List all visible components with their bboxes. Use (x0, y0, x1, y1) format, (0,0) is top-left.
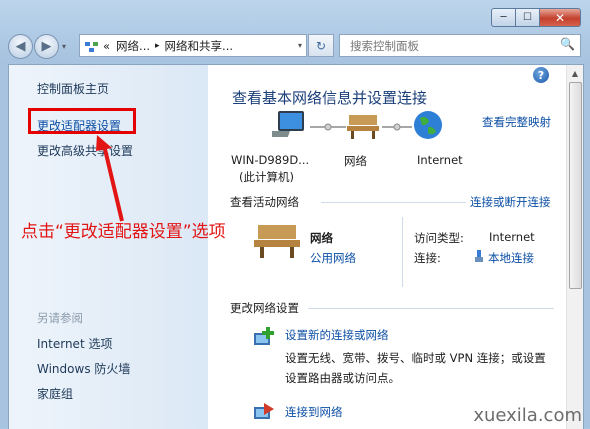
minimize-button[interactable]: ─ (491, 8, 516, 27)
window-frame: ─ ☐ ✕ ◀ ▶ ▾ « 网络... ▸ 网络和共享... ▾ ↻ 🔍 控制面… (0, 0, 590, 429)
node-computer-sub: (此计算机) (239, 170, 294, 184)
address-bar[interactable]: « 网络... ▸ 网络和共享... ▾ (79, 34, 307, 57)
access-type-value: Internet (489, 230, 535, 244)
main-panel: 查看基本网络信息并设置连接 查看完整映射 WIN-D989D... (此计算机)… (208, 65, 568, 429)
scrollbar-thumb[interactable] (569, 82, 582, 289)
globe-icon (414, 111, 442, 139)
homegroup-link[interactable]: 家庭组 (37, 385, 73, 402)
forward-arrow-icon: ▶ (41, 38, 52, 54)
window-controls: ─ ☐ ✕ (491, 8, 581, 27)
setup-description-line1: 设置无线、宽带、拨号、临时或 VPN 连接；或设置 (285, 351, 546, 365)
watermark-text: xuexila.com (473, 405, 582, 426)
new-connection-icon (254, 327, 274, 345)
public-network-link[interactable]: 公用网络 (310, 250, 356, 266)
scroll-up-icon[interactable]: ▲ (567, 65, 583, 81)
maximize-button[interactable]: ☐ (516, 8, 540, 27)
see-also-heading: 另请参阅 (37, 311, 83, 325)
network-name: 网络 (310, 231, 333, 245)
node-internet-label: Internet (417, 153, 463, 167)
refresh-button[interactable]: ↻ (308, 34, 334, 57)
setup-description-line2: 设置路由器或访问点。 (285, 371, 400, 385)
change-settings-heading: 更改网络设置 (230, 301, 299, 315)
computer-icon (272, 111, 304, 137)
internet-options-link[interactable]: Internet 选项 (37, 335, 112, 352)
network-folder-icon (85, 41, 98, 52)
connect-network-icon (254, 403, 274, 419)
page-title: 查看基本网络信息并设置连接 (232, 89, 428, 107)
breadcrumb-network[interactable]: 网络... (116, 38, 150, 54)
divider (402, 217, 403, 287)
help-icon[interactable]: ? (533, 67, 549, 83)
breadcrumb-separator-icon[interactable]: ▸ (155, 41, 160, 51)
bench-icon (347, 115, 379, 139)
full-map-link[interactable]: 查看完整映射 (482, 114, 551, 130)
back-arrow-icon: ◀ (15, 38, 26, 54)
search-icon[interactable]: 🔍 (560, 37, 575, 51)
active-networks-heading: 查看活动网络 (230, 195, 299, 209)
node-network-label: 网络 (344, 154, 367, 168)
breadcrumb-network-sharing[interactable]: 网络和共享... (165, 38, 233, 54)
map-line-1 (310, 123, 346, 131)
recent-pages-dropdown-icon[interactable]: ▾ (62, 42, 66, 51)
connect-disconnect-link[interactable]: 连接或断开连接 (470, 194, 551, 210)
connection-label: 连接: (414, 251, 441, 265)
adapter-icon (475, 250, 483, 262)
address-chevrons[interactable]: « (103, 39, 110, 53)
windows-firewall-link[interactable]: Windows 防火墙 (37, 360, 130, 377)
search-input[interactable] (348, 37, 552, 54)
node-computer-name: WIN-D989D... (231, 153, 310, 167)
access-type-label: 访问类型: (414, 231, 464, 245)
forward-button[interactable]: ▶ (34, 33, 59, 59)
close-button[interactable]: ✕ (540, 8, 581, 27)
annotation-arrow (96, 135, 124, 222)
back-button[interactable]: ◀ (8, 33, 33, 59)
map-line-2 (382, 123, 412, 131)
nav-buttons: ◀ ▶ ▾ (8, 33, 66, 59)
search-box: 🔍 (339, 34, 581, 57)
scrollbar[interactable]: ▲ (566, 65, 583, 429)
refresh-icon: ↻ (315, 38, 327, 53)
divider (321, 202, 466, 203)
content-area: 控制面板主页 更改适配器设置 更改高级共享设置 另请参阅 Internet 选项… (8, 64, 584, 429)
address-dropdown-icon[interactable]: ▾ (298, 41, 302, 50)
setup-connection-link[interactable]: 设置新的连接或网络 (285, 327, 389, 343)
connect-to-network-link[interactable]: 连接到网络 (285, 404, 343, 420)
local-connection-link[interactable]: 本地连接 (488, 250, 534, 266)
divider (308, 308, 554, 309)
